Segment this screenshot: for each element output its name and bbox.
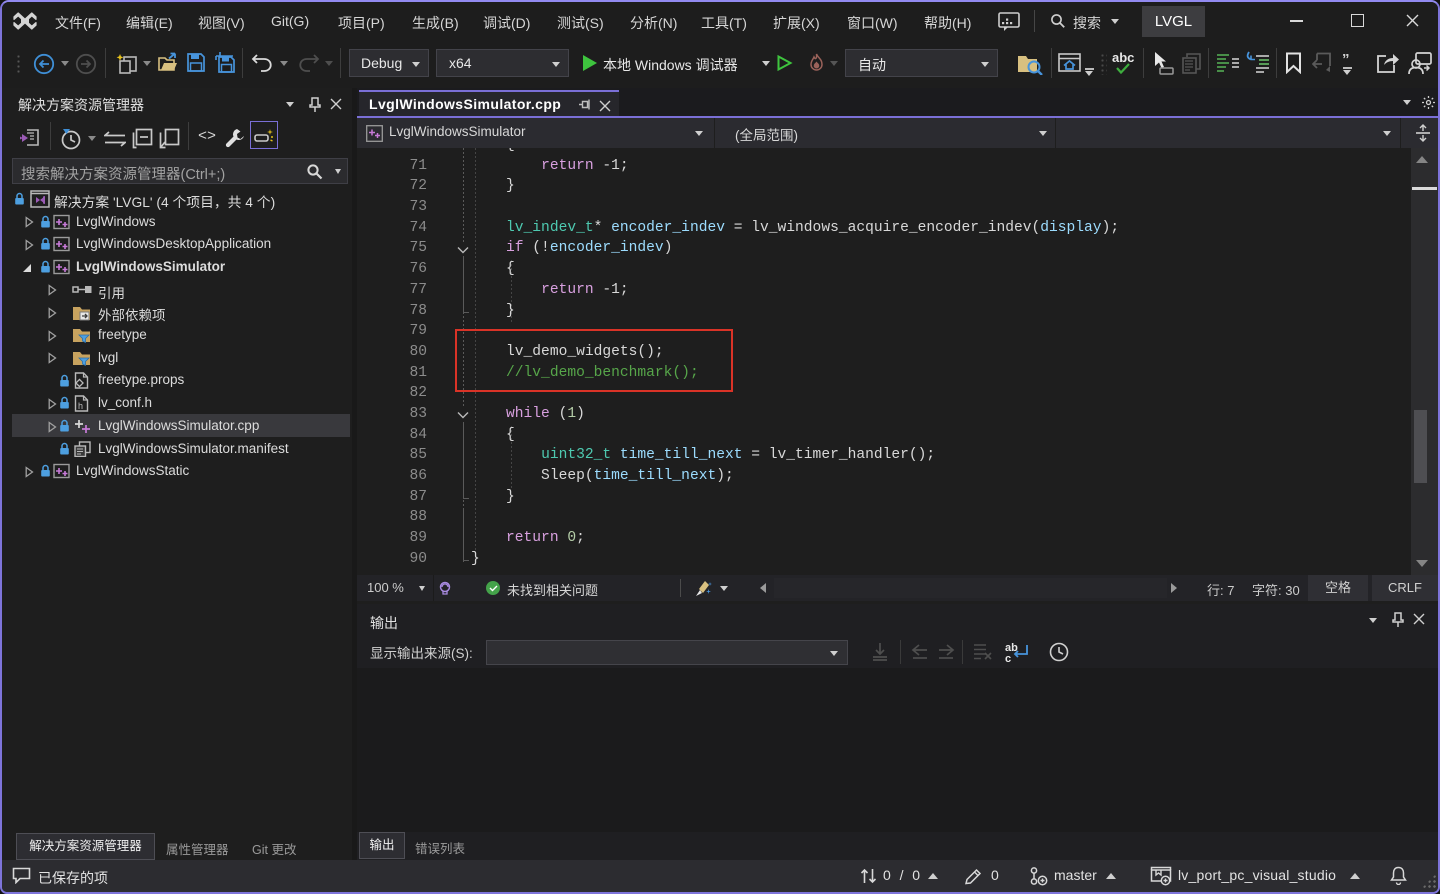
svg-text:h: h	[78, 401, 83, 411]
svg-text:c: c	[1005, 653, 1011, 663]
